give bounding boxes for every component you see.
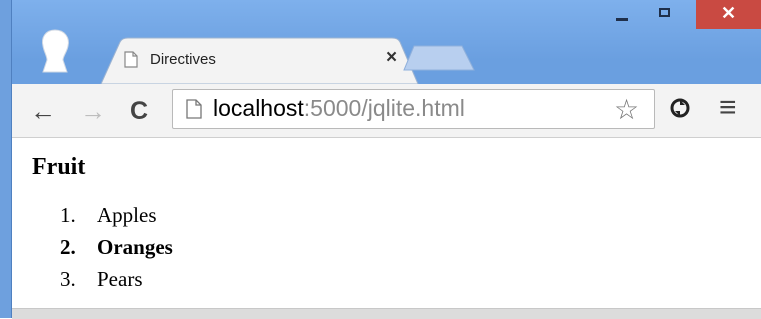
star-icon[interactable]: ☆ <box>614 93 639 126</box>
forward-button[interactable]: → <box>80 96 106 127</box>
tab-title: Directives <box>150 51 216 68</box>
page-icon <box>124 51 138 68</box>
list-item: 2. Oranges <box>60 234 173 266</box>
window-bottom-border <box>12 308 761 319</box>
item-number: 2. <box>60 235 76 259</box>
back-button[interactable]: ← <box>30 96 56 127</box>
url-path: :5000/jqlite.html <box>303 95 465 121</box>
reload-button[interactable]: C <box>130 97 148 126</box>
url-text[interactable]: localhost:5000/jqlite.html <box>213 95 465 122</box>
tab-close-icon[interactable]: × <box>386 47 397 69</box>
item-label: Apples <box>97 203 157 227</box>
list-item: 3. Pears <box>60 266 173 298</box>
item-number: 3. <box>60 267 76 291</box>
list-item: 1. Apples <box>60 202 173 234</box>
extension-icon[interactable] <box>669 97 691 119</box>
item-label: Oranges <box>97 235 173 259</box>
page-heading: Fruit <box>32 154 86 180</box>
new-tab-button[interactable] <box>403 45 475 71</box>
item-number: 1. <box>60 203 76 227</box>
menu-icon[interactable]: ≡ <box>719 91 737 125</box>
fruit-list: 1. Apples 2. Oranges 3. Pears <box>60 202 173 298</box>
url-host: localhost <box>213 95 304 121</box>
item-label: Pears <box>97 267 143 291</box>
active-tab[interactable] <box>0 0 761 90</box>
page-icon <box>186 99 202 119</box>
